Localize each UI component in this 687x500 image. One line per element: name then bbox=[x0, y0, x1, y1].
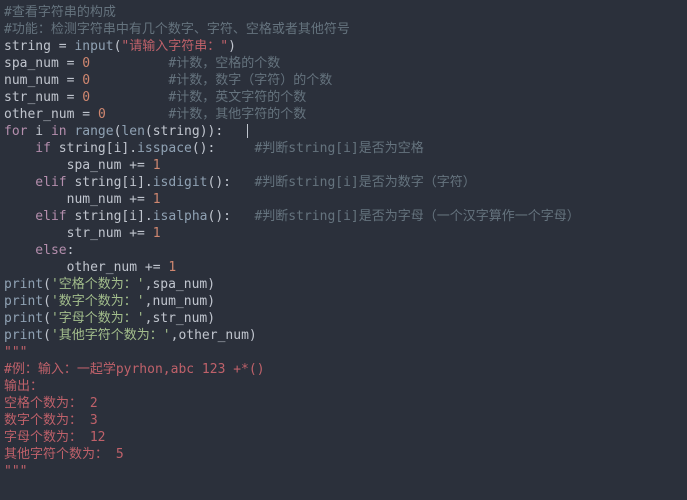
code-token: num_num bbox=[4, 73, 59, 88]
code-token: string[i]. bbox=[51, 141, 137, 156]
code-token: ,str_num) bbox=[145, 311, 215, 326]
code-token: ( bbox=[43, 294, 51, 309]
code-token: = bbox=[74, 107, 97, 122]
code-token: str_num += bbox=[4, 226, 153, 241]
code-token: 1 bbox=[153, 158, 161, 173]
code-token: : bbox=[67, 243, 75, 258]
code-token: range bbox=[74, 124, 113, 139]
code-token: 0 bbox=[82, 56, 90, 71]
code-token: ,num_num) bbox=[145, 294, 215, 309]
code-token: '空格个数为：' bbox=[51, 277, 145, 292]
code-token: print bbox=[4, 294, 43, 309]
code-line: 数字个数为： 3 bbox=[4, 413, 98, 428]
code-token: 1 bbox=[153, 226, 161, 241]
code-line: """ bbox=[4, 464, 27, 479]
code-token: else bbox=[4, 243, 67, 258]
code-token: #计数，英文字符的个数 bbox=[90, 90, 306, 105]
code-token: = bbox=[59, 56, 82, 71]
code-token: string[i]. bbox=[67, 209, 153, 224]
code-token: spa_num += bbox=[4, 158, 153, 173]
code-token: 0 bbox=[98, 107, 106, 122]
code-line: #例：输入：一起学pyrhon,abc 123 +*() bbox=[4, 362, 265, 377]
code-token: if bbox=[4, 141, 51, 156]
code-token: string bbox=[4, 39, 51, 54]
code-line: #查看字符串的构成 bbox=[4, 5, 116, 20]
code-token: (string)): bbox=[145, 124, 247, 139]
code-line: #功能：检测字符串中有几个数字、字符、空格或者其他符号 bbox=[4, 22, 350, 37]
code-token: print bbox=[4, 311, 43, 326]
code-token: input bbox=[74, 39, 113, 54]
code-token: str_num bbox=[4, 90, 59, 105]
code-token: = bbox=[59, 90, 82, 105]
code-token: '字母个数为：' bbox=[51, 311, 145, 326]
code-token: "请输入字符串：" bbox=[121, 39, 228, 54]
code-token: #计数，空格的个数 bbox=[90, 56, 280, 71]
code-token: #计数，其他字符的个数 bbox=[106, 107, 306, 122]
code-token: ,spa_num) bbox=[145, 277, 215, 292]
text-cursor bbox=[247, 124, 248, 138]
code-line: 字母个数为： 12 bbox=[4, 430, 105, 445]
code-token: other_num += bbox=[4, 260, 168, 275]
code-token: len bbox=[121, 124, 144, 139]
code-line: 输出： bbox=[4, 379, 43, 394]
code-token: #判断string[i]是否为空格 bbox=[254, 141, 423, 156]
code-token: (): bbox=[192, 141, 255, 156]
code-token: for bbox=[4, 124, 27, 139]
code-token: other_num bbox=[4, 107, 74, 122]
code-token: = bbox=[51, 39, 74, 54]
code-token: '数字个数为：' bbox=[51, 294, 145, 309]
code-token: = bbox=[59, 73, 82, 88]
code-token: ,other_num) bbox=[171, 328, 257, 343]
code-token: isalpha bbox=[153, 209, 208, 224]
code-token: elif bbox=[4, 175, 67, 190]
code-token: ( bbox=[43, 328, 51, 343]
code-token: '其他字符个数为：' bbox=[51, 328, 171, 343]
code-token: elif bbox=[4, 209, 67, 224]
code-token: ) bbox=[228, 39, 236, 54]
code-token: in bbox=[51, 124, 67, 139]
code-token: #判断string[i]是否为字母（一个汉字算作一个字母） bbox=[254, 209, 579, 224]
code-token: string[i]. bbox=[67, 175, 153, 190]
code-token: isspace bbox=[137, 141, 192, 156]
code-line: """ bbox=[4, 345, 27, 360]
code-token: 0 bbox=[82, 73, 90, 88]
code-token: isdigit bbox=[153, 175, 208, 190]
code-line: 空格个数为： 2 bbox=[4, 396, 98, 411]
code-token: #计数，数字（字符）的个数 bbox=[90, 73, 332, 88]
code-token: ( bbox=[43, 311, 51, 326]
code-token: i bbox=[27, 124, 50, 139]
code-token: 1 bbox=[168, 260, 176, 275]
code-token: (): bbox=[208, 175, 255, 190]
code-token: num_num += bbox=[4, 192, 153, 207]
code-token: ( bbox=[43, 277, 51, 292]
code-token: spa_num bbox=[4, 56, 59, 71]
code-token: (): bbox=[208, 209, 255, 224]
code-editor[interactable]: #查看字符串的构成 #功能：检测字符串中有几个数字、字符、空格或者其他符号 st… bbox=[0, 0, 687, 480]
code-token: #判断string[i]是否为数字（字符） bbox=[254, 175, 475, 190]
code-token: print bbox=[4, 328, 43, 343]
code-token: print bbox=[4, 277, 43, 292]
code-token: 0 bbox=[82, 90, 90, 105]
code-token: 1 bbox=[153, 192, 161, 207]
code-line: 其他字符个数为： 5 bbox=[4, 447, 124, 462]
